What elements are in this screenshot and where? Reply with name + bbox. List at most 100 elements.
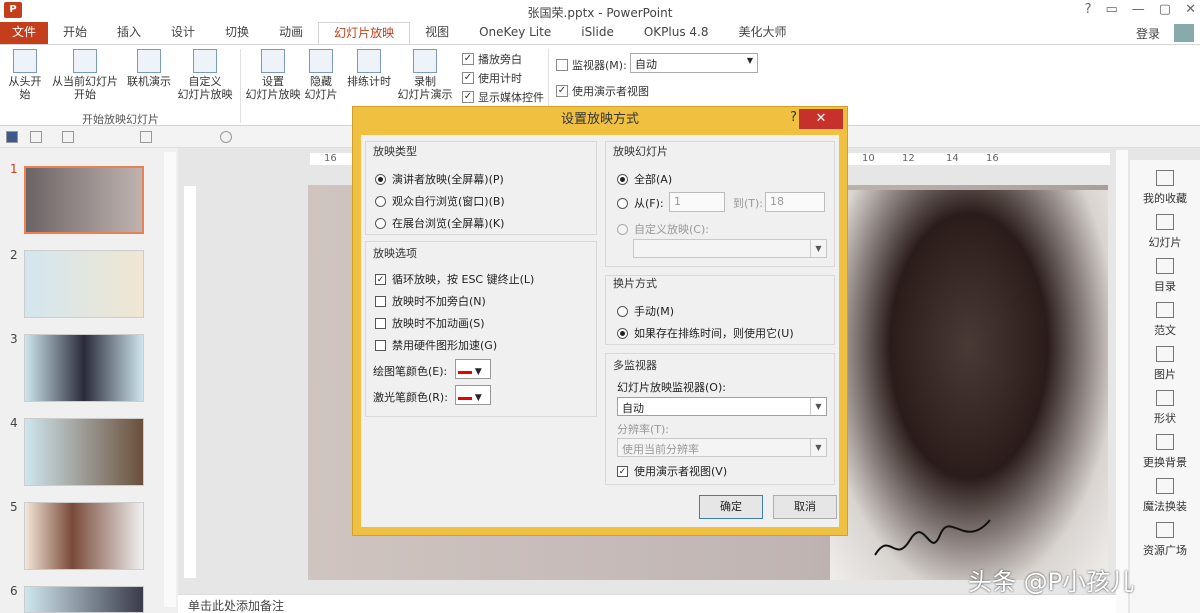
tab-transitions[interactable]: 切换 bbox=[210, 22, 264, 44]
pane-item-samples[interactable]: 范文 bbox=[1130, 302, 1200, 338]
tab-view[interactable]: 视图 bbox=[410, 22, 464, 44]
chevron-down-icon: ▼ bbox=[810, 398, 826, 415]
from-start-button[interactable]: 从头开始 bbox=[4, 49, 46, 101]
slide-thumbnail[interactable] bbox=[24, 334, 144, 402]
no-animation-checkbox[interactable]: 放映时不加动画(S) bbox=[375, 315, 485, 331]
disable-hw-accel-checkbox[interactable]: 禁用硬件图形加速(G) bbox=[375, 337, 497, 353]
minimize-button[interactable]: — bbox=[1132, 2, 1145, 17]
laser-color-label: 激光笔颜色(R): bbox=[373, 391, 448, 404]
thumbnail-scrollbar[interactable] bbox=[164, 152, 176, 607]
shapes-icon bbox=[1156, 390, 1174, 406]
dialog-help-button[interactable]: ? bbox=[790, 110, 797, 125]
dialog-close-button[interactable]: ✕ bbox=[799, 109, 843, 129]
slide-thumbnail[interactable] bbox=[24, 250, 144, 318]
slide-thumbnail[interactable] bbox=[24, 166, 144, 234]
cancel-button[interactable]: 取消 bbox=[773, 495, 837, 519]
custom-slideshow-button[interactable]: 自定义 幻灯片放映 bbox=[172, 49, 238, 101]
show-type-presenter-radio[interactable]: 演讲者放映(全屏幕)(P) bbox=[375, 171, 504, 187]
window-title: 张国荣.pptx - PowerPoint bbox=[527, 6, 673, 20]
online-present-button[interactable]: 联机演示 bbox=[124, 49, 174, 88]
close-button[interactable]: ✕ bbox=[1185, 2, 1196, 17]
group-label-start: 开始放映幻灯片 bbox=[82, 113, 159, 126]
resolution-label: 分辨率(T): bbox=[617, 423, 670, 436]
pen-color-picker[interactable]: ▼ bbox=[455, 359, 491, 379]
checkbox-mark: ✓ bbox=[462, 72, 474, 84]
all-slides-radio[interactable]: 全部(A) bbox=[617, 171, 672, 187]
pane-item-favorites[interactable]: 我的收藏 bbox=[1130, 170, 1200, 206]
presenter-view-dialog-checkbox[interactable]: ✓ 使用演示者视图(V) bbox=[617, 463, 727, 479]
tab-slideshow[interactable]: 幻灯片放映 bbox=[318, 22, 411, 44]
login-link[interactable]: 登录 bbox=[1136, 25, 1160, 42]
rehearse-timings-button[interactable]: 排练计时 bbox=[344, 49, 394, 88]
ok-button[interactable]: 确定 bbox=[699, 495, 763, 519]
tab-file[interactable]: 文件 bbox=[0, 22, 48, 44]
tab-animations[interactable]: 动画 bbox=[264, 22, 318, 44]
slide-thumbnail[interactable] bbox=[24, 418, 144, 486]
user-icon[interactable] bbox=[1174, 24, 1194, 42]
custom-show-select[interactable]: ▼ bbox=[633, 239, 827, 258]
show-options-legend: 放映选项 bbox=[373, 247, 417, 260]
ribbon-display-button[interactable]: ▭ bbox=[1106, 2, 1118, 17]
pane-item-images[interactable]: 图片 bbox=[1130, 346, 1200, 382]
tab-okplus[interactable]: OKPlus 4.8 bbox=[629, 22, 724, 44]
help-button[interactable]: ? bbox=[1085, 2, 1092, 17]
main-scrollbar[interactable] bbox=[1116, 150, 1128, 613]
presenter-view-checkbox[interactable]: ✓ 使用演示者视图 bbox=[556, 83, 649, 99]
tab-meihua[interactable]: 美化大师 bbox=[724, 22, 802, 44]
from-slides-radio[interactable]: 从(F): bbox=[617, 195, 664, 211]
tab-design[interactable]: 设计 bbox=[156, 22, 210, 44]
from-spinner[interactable]: 1 bbox=[669, 192, 725, 212]
custom-show-radio[interactable]: 自定义放映(C): bbox=[617, 221, 709, 237]
monitor-select[interactable]: 自动 ▼ bbox=[630, 53, 758, 73]
list-icon bbox=[1156, 258, 1174, 274]
pane-item-magic[interactable]: 魔法换装 bbox=[1130, 478, 1200, 514]
pane-item-slides[interactable]: 幻灯片 bbox=[1130, 214, 1200, 250]
slideshow-monitor-select[interactable]: 自动 ▼ bbox=[617, 397, 827, 416]
tab-home[interactable]: 开始 bbox=[48, 22, 102, 44]
pane-item-shapes[interactable]: 形状 bbox=[1130, 390, 1200, 426]
redo-icon[interactable] bbox=[62, 131, 74, 143]
pane-item-background[interactable]: 更换背景 bbox=[1130, 434, 1200, 470]
slide-thumbnail[interactable] bbox=[24, 586, 144, 613]
show-type-kiosk-radio[interactable]: 在展台浏览(全屏幕)(K) bbox=[375, 215, 504, 231]
to-spinner[interactable]: 18 bbox=[765, 192, 825, 212]
play-narration-checkbox[interactable]: ✓ 播放旁白 bbox=[462, 51, 522, 67]
undo-icon[interactable] bbox=[30, 131, 42, 143]
stopwatch-icon bbox=[357, 49, 381, 73]
advance-timings-radio[interactable]: 如果存在排练时间，则使用它(U) bbox=[617, 325, 794, 341]
slide-number: 3 bbox=[10, 332, 18, 346]
show-media-controls-checkbox[interactable]: ✓ 显示媒体控件 bbox=[462, 89, 544, 105]
chevron-down-icon: ▼ bbox=[810, 439, 826, 456]
record-slideshow-button[interactable]: 录制 幻灯片演示 bbox=[394, 49, 456, 101]
tab-insert[interactable]: 插入 bbox=[102, 22, 156, 44]
slide-thumbnail[interactable] bbox=[24, 502, 144, 570]
chevron-down-icon: ▼ bbox=[746, 56, 753, 65]
circle-icon[interactable] bbox=[220, 131, 232, 143]
show-type-window-radio[interactable]: 观众自行浏览(窗口)(B) bbox=[375, 193, 505, 209]
shape-icon[interactable] bbox=[140, 131, 152, 143]
slide-number: 1 bbox=[10, 162, 18, 176]
setup-slideshow-button[interactable]: 设置 幻灯片放映 bbox=[244, 49, 302, 101]
maximize-button[interactable]: ▢ bbox=[1159, 2, 1171, 17]
signature-icon bbox=[874, 519, 991, 556]
checkbox-mark: ✓ bbox=[556, 85, 568, 97]
resolution-select[interactable]: 使用当前分辨率 ▼ bbox=[617, 438, 827, 457]
tab-islide[interactable]: iSlide bbox=[566, 22, 629, 44]
no-narration-checkbox[interactable]: 放映时不加旁白(N) bbox=[375, 293, 486, 309]
from-current-button[interactable]: 从当前幻灯片 开始 bbox=[50, 49, 120, 101]
tab-onekey[interactable]: OneKey Lite bbox=[464, 22, 566, 44]
dialog-title: 设置放映方式 bbox=[560, 112, 639, 127]
window-controls: ? ▭ — ▢ ✕ bbox=[1085, 2, 1196, 17]
hide-slide-button[interactable]: 隐藏 幻灯片 bbox=[302, 49, 340, 101]
pane-item-resources[interactable]: 资源广场 bbox=[1130, 522, 1200, 558]
to-label: 到(T): bbox=[733, 197, 764, 210]
loop-checkbox[interactable]: ✓ 循环放映，按 ESC 键终止(L) bbox=[375, 271, 534, 287]
pane-item-toc[interactable]: 目录 bbox=[1130, 258, 1200, 294]
use-timings-checkbox[interactable]: ✓ 使用计时 bbox=[462, 70, 522, 86]
slide-number: 2 bbox=[10, 248, 18, 262]
laser-color-picker[interactable]: ▼ bbox=[455, 385, 491, 405]
custom-slideshow-icon bbox=[193, 49, 217, 73]
slide-number: 4 bbox=[10, 416, 18, 430]
advance-manual-radio[interactable]: 手动(M) bbox=[617, 303, 674, 319]
save-icon[interactable] bbox=[6, 131, 18, 143]
